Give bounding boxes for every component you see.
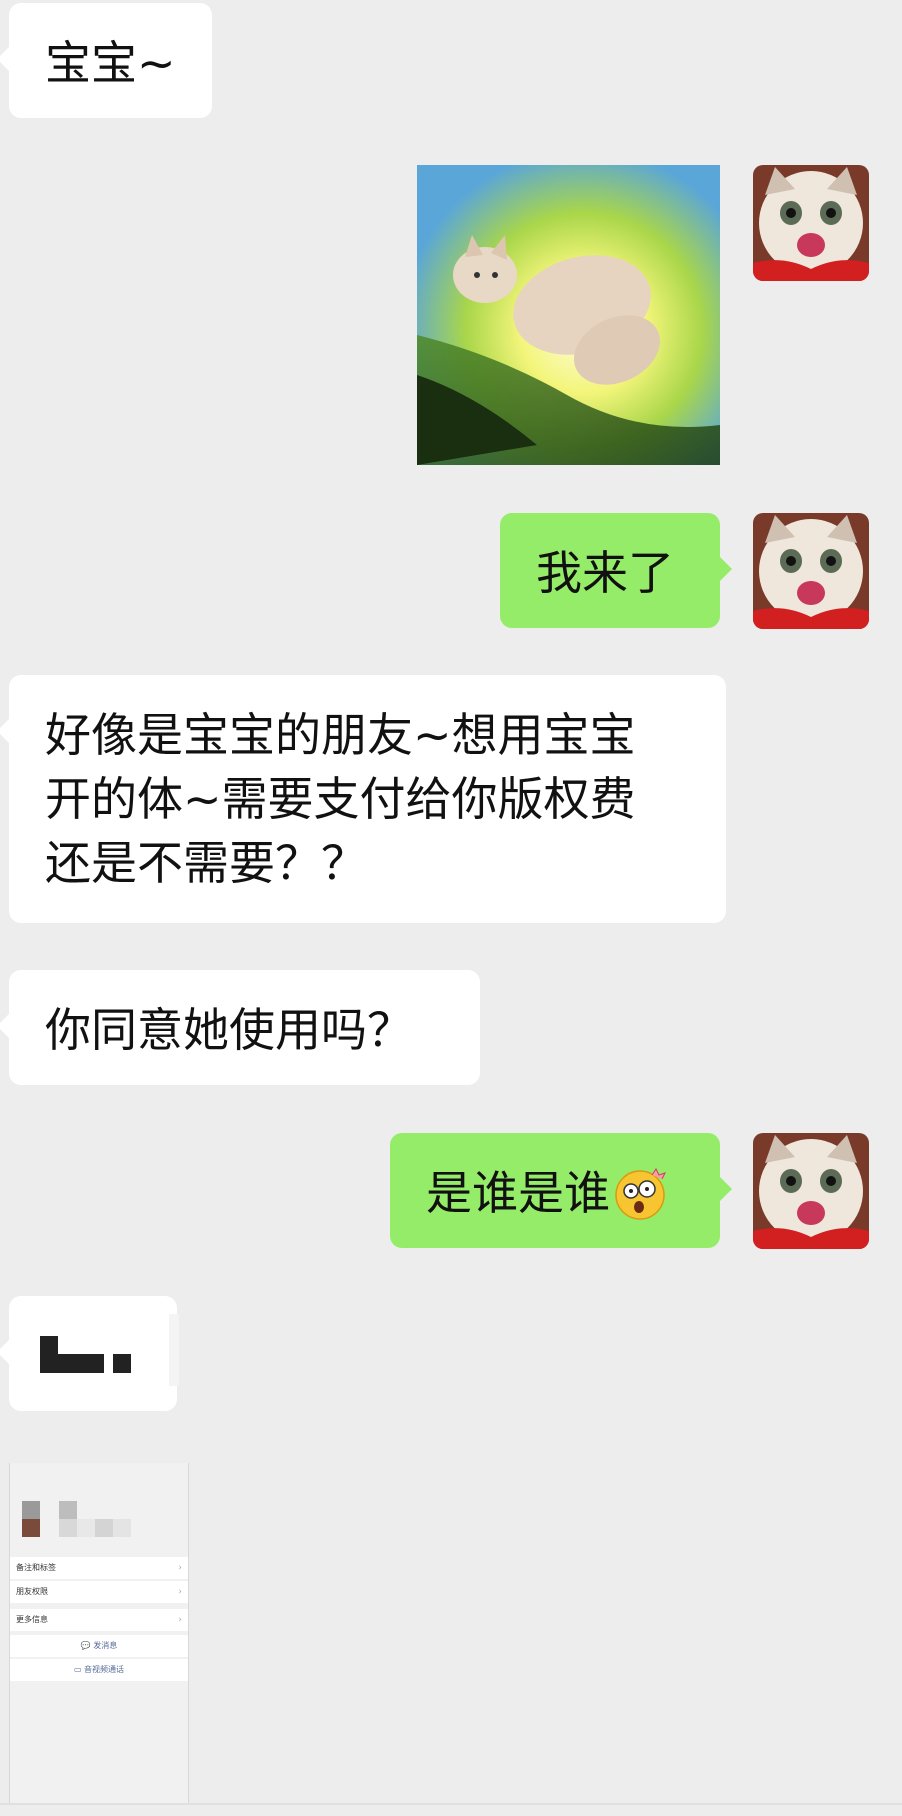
message-bubble-incoming[interactable]: 你同意她使用吗？ xyxy=(0,970,480,1085)
message-bubble-outgoing[interactable]: 我来了 xyxy=(500,513,732,628)
chat-bubble-icon: 💬 xyxy=(80,1641,94,1650)
redacted-block xyxy=(169,1314,179,1386)
redacted-avatar xyxy=(22,1501,40,1519)
message-bubble-incoming-redacted[interactable] xyxy=(0,1296,179,1411)
send-message-button[interactable]: 💬 发消息 xyxy=(10,1635,188,1657)
message-bubble-incoming[interactable]: 好像是宝宝的朋友~想用宝宝 开的体~需要支付给你版权费 还是不需要？？ xyxy=(0,675,726,923)
cat-avatar-icon[interactable] xyxy=(753,165,869,281)
redacted-block xyxy=(58,1354,104,1373)
row-label: 更多信息 xyxy=(16,1615,48,1624)
video-call-label: 音视频通话 xyxy=(84,1665,125,1674)
chevron-right-icon: › xyxy=(178,1587,182,1597)
message-line: 好像是宝宝的朋友~想用宝宝 xyxy=(45,708,636,762)
message-text: 宝宝~ xyxy=(45,36,176,90)
cat-avatar-icon[interactable] xyxy=(753,1133,869,1249)
message-line: 还是不需要？？ xyxy=(45,836,367,890)
redacted-name xyxy=(59,1501,77,1519)
profile-row-permissions[interactable]: 朋友权限 › xyxy=(10,1581,188,1603)
redacted-avatar xyxy=(22,1519,40,1537)
chevron-right-icon: › xyxy=(178,1563,182,1573)
send-message-label: 发消息 xyxy=(93,1641,118,1650)
redacted-name xyxy=(113,1519,131,1537)
chevron-right-icon: › xyxy=(178,1615,182,1625)
cat-avatar-icon[interactable] xyxy=(753,513,869,629)
bottom-divider xyxy=(0,1803,902,1805)
redacted-name xyxy=(77,1519,95,1537)
redacted-name xyxy=(59,1519,77,1537)
message-text: 你同意她使用吗？ xyxy=(45,1003,413,1057)
shocked-face-emoji xyxy=(612,1165,668,1221)
message-bubble-outgoing[interactable]: 是谁是谁 xyxy=(390,1133,732,1248)
profile-screenshot-image[interactable]: 备注和标签 › 朋友权限 › 更多信息 › 💬 发消息 ▭ 音视频通话 xyxy=(9,1463,189,1805)
video-call-button[interactable]: ▭ 音视频通话 xyxy=(10,1659,188,1681)
profile-row-more-info[interactable]: 更多信息 › xyxy=(10,1609,188,1631)
message-text: 我来了 xyxy=(536,546,674,600)
flying-cat-sticker xyxy=(417,165,720,465)
redacted-block xyxy=(113,1354,131,1373)
row-label: 备注和标签 xyxy=(16,1563,56,1572)
redacted-block xyxy=(40,1336,58,1373)
profile-row-remarks[interactable]: 备注和标签 › xyxy=(10,1557,188,1579)
message-bubble-incoming[interactable]: 宝宝~ xyxy=(0,3,212,118)
video-camera-icon: ▭ xyxy=(73,1665,85,1674)
row-label: 朋友权限 xyxy=(16,1587,48,1596)
message-line: 开的体~需要支付给你版权费 xyxy=(45,772,636,826)
redacted-name xyxy=(95,1519,113,1537)
message-text: 是谁是谁 xyxy=(426,1166,610,1220)
sticker-image[interactable] xyxy=(417,165,720,465)
